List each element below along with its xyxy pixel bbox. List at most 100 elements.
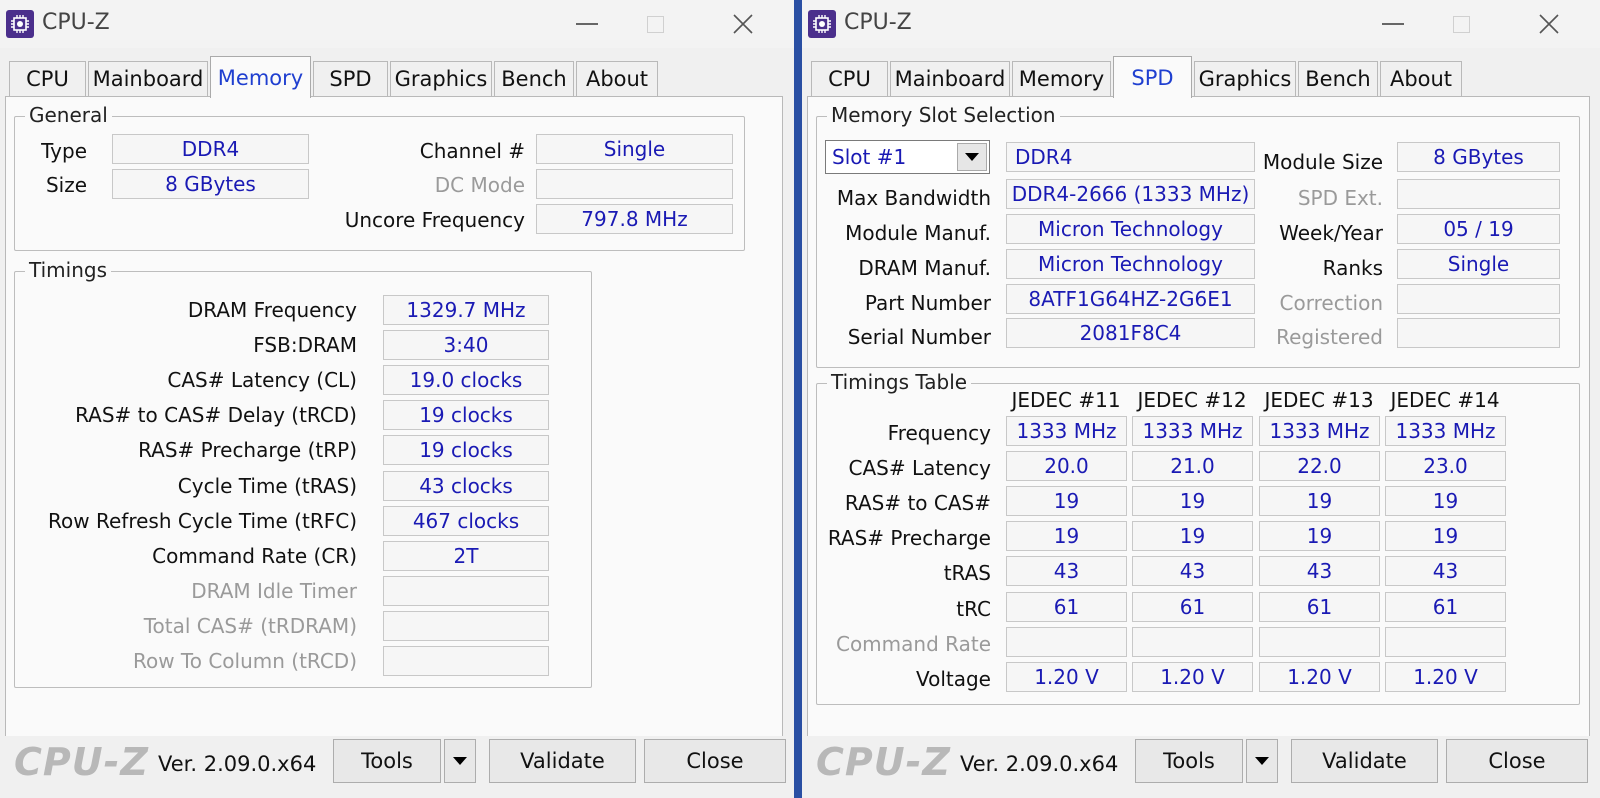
close-button[interactable]: Close xyxy=(1446,739,1588,783)
timing-cell: 61 xyxy=(1385,591,1506,622)
timing-label: Command Rate (CR) xyxy=(152,543,357,568)
week-year-label: Week/Year xyxy=(1279,221,1383,245)
timing-value xyxy=(383,575,549,606)
timing-value xyxy=(383,646,549,676)
tools-dropdown-button[interactable] xyxy=(444,739,476,783)
close-window-button[interactable] xyxy=(1520,4,1578,44)
timing-cell: 43 xyxy=(1132,556,1253,587)
memory-slot-group: Memory Slot Selection Slot #1 DDR4 Modul… xyxy=(816,103,1580,368)
timing-label: Row Refresh Cycle Time (tRFC) xyxy=(48,508,357,533)
chevron-down-icon xyxy=(965,153,979,161)
validate-button[interactable]: Validate xyxy=(489,739,636,783)
serial-number-label: Serial Number xyxy=(847,325,991,349)
timing-row-label: Command Rate xyxy=(835,631,991,656)
module-size-value: 8 GBytes xyxy=(1397,142,1560,172)
timing-row-label: tRAS xyxy=(943,561,991,586)
slot-select-arrow[interactable] xyxy=(957,143,987,171)
window-title: CPU-Z xyxy=(42,10,110,35)
memory-type-value: DDR4 xyxy=(1006,142,1255,172)
tab-memory[interactable]: Memory xyxy=(1012,61,1111,96)
timing-cell: 43 xyxy=(1385,556,1506,587)
dram-manuf-label: DRAM Manuf. xyxy=(858,256,991,280)
general-group: General Type DDR4 Size 8 GBytes Channel … xyxy=(14,103,745,251)
timing-cell: 19 xyxy=(1006,521,1127,552)
timing-label: CAS# Latency (CL) xyxy=(167,368,357,393)
timing-cell: 19 xyxy=(1006,486,1127,517)
tab-memory[interactable]: Memory xyxy=(210,56,311,98)
tools-dropdown-button[interactable] xyxy=(1246,739,1278,783)
timing-cell: 1333 MHz xyxy=(1006,416,1127,446)
timing-label: Total CAS# (tRDRAM) xyxy=(143,613,357,638)
channel-label: Channel # xyxy=(419,139,525,163)
spd-ext-label: SPD Ext. xyxy=(1297,186,1383,210)
cpuz-app-icon xyxy=(6,10,34,38)
timing-cell: 19 xyxy=(1259,486,1380,517)
slot-select-value: Slot #1 xyxy=(832,145,907,169)
tab-spd[interactable]: SPD xyxy=(313,61,388,96)
dc-mode-value xyxy=(536,169,733,199)
timing-label: DRAM Idle Timer xyxy=(191,578,357,603)
timing-cell: 19 xyxy=(1132,486,1253,517)
column-header: JEDEC #14 xyxy=(1390,388,1500,412)
module-manuf-label: Module Manuf. xyxy=(845,221,991,245)
type-label: Type xyxy=(41,139,87,163)
memory-tab-panel: General Type DDR4 Size 8 GBytes Channel … xyxy=(5,96,783,744)
timing-row-label: RAS# Precharge xyxy=(827,526,991,551)
dram-manuf-value: Micron Technology xyxy=(1006,249,1255,279)
timing-value xyxy=(383,610,549,641)
timing-cell: 19 xyxy=(1132,521,1253,552)
minimize-button[interactable] xyxy=(558,4,616,44)
tools-button[interactable]: Tools xyxy=(333,739,441,783)
ranks-value: Single xyxy=(1397,249,1560,279)
timing-row-label: Frequency xyxy=(887,421,991,445)
cpuz-window-memory: CPU-Z CPU Mainboard Memory SPD Graphics … xyxy=(0,0,794,798)
module-manuf-value: Micron Technology xyxy=(1006,214,1255,244)
timing-value: 3:40 xyxy=(383,330,549,361)
tab-bench[interactable]: Bench xyxy=(494,61,574,96)
minimize-button[interactable] xyxy=(1364,4,1422,44)
timing-row-label: RAS# to CAS# xyxy=(844,491,991,516)
tab-mainboard[interactable]: Mainboard xyxy=(88,61,208,96)
timing-cell: 19 xyxy=(1385,521,1506,552)
week-year-value: 05 / 19 xyxy=(1397,214,1560,244)
tab-bench[interactable]: Bench xyxy=(1298,61,1378,96)
chevron-down-icon xyxy=(453,757,467,765)
maximize-button[interactable] xyxy=(626,4,684,44)
timing-label: Cycle Time (tRAS) xyxy=(177,473,357,498)
timing-cell: 43 xyxy=(1006,556,1127,587)
close-button[interactable]: Close xyxy=(644,739,786,783)
title-bar[interactable]: CPU-Z xyxy=(802,0,1600,48)
timing-cell xyxy=(1259,626,1380,657)
timing-cell: 1.20 V xyxy=(1385,661,1506,692)
correction-label: Correction xyxy=(1279,291,1383,315)
timing-cell: 22.0 xyxy=(1259,451,1380,482)
tab-graphics[interactable]: Graphics xyxy=(390,61,492,96)
maximize-button[interactable] xyxy=(1432,4,1490,44)
module-size-label: Module Size xyxy=(1262,150,1383,174)
validate-button[interactable]: Validate xyxy=(1291,739,1438,783)
tab-mainboard[interactable]: Mainboard xyxy=(890,61,1010,96)
tools-button[interactable]: Tools xyxy=(1135,739,1243,783)
slot-select[interactable]: Slot #1 xyxy=(825,140,990,174)
close-window-button[interactable] xyxy=(714,4,772,44)
timing-value: 1329.7 MHz xyxy=(383,295,549,325)
uncore-frequency-value: 797.8 MHz xyxy=(536,204,733,234)
tab-graphics[interactable]: Graphics xyxy=(1194,61,1296,96)
cpuz-window-spd: CPU-Z CPU Mainboard Memory SPD Graphics … xyxy=(802,0,1600,798)
title-bar[interactable]: CPU-Z xyxy=(0,0,794,48)
timing-value: 43 clocks xyxy=(383,470,549,501)
timing-cell: 23.0 xyxy=(1385,451,1506,482)
cpuz-logo: CPU-Z xyxy=(816,740,951,784)
uncore-frequency-label: Uncore Frequency xyxy=(344,208,525,232)
tab-cpu[interactable]: CPU xyxy=(9,61,86,96)
column-header: JEDEC #11 xyxy=(1011,388,1121,412)
timing-cell: 1.20 V xyxy=(1132,661,1253,692)
cpuz-app-icon xyxy=(808,10,836,38)
bottom-bar: CPU-Z Ver. 2.09.0.x64 Tools Validate Clo… xyxy=(802,736,1600,798)
tab-about[interactable]: About xyxy=(1380,61,1462,96)
tab-cpu[interactable]: CPU xyxy=(811,61,888,96)
tab-about[interactable]: About xyxy=(576,61,658,96)
timing-cell: 61 xyxy=(1132,591,1253,622)
timing-cell: 1333 MHz xyxy=(1259,416,1380,446)
tab-spd[interactable]: SPD xyxy=(1113,56,1192,98)
